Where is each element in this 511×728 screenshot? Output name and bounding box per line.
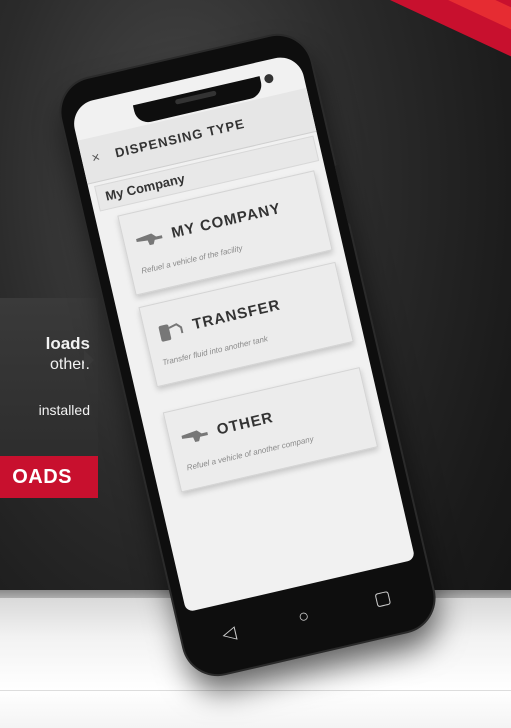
laptop-bottom-line: [0, 690, 511, 691]
promo-cta-button[interactable]: OADS: [0, 456, 98, 498]
phone: × DISPENSING TYPE My Company MY COMPANY …: [54, 29, 441, 681]
promo-line-3: installed: [38, 402, 90, 418]
page-title: DISPENSING TYPE: [113, 115, 247, 161]
option-label: OTHER: [215, 409, 276, 439]
promo-arrow: [84, 350, 94, 370]
option-card-other[interactable]: OTHER Refuel a vehicle of another compan…: [162, 367, 379, 493]
camera: [263, 73, 275, 85]
fuel-nozzle-icon: [181, 430, 208, 442]
option-label: TRANSFER: [190, 296, 283, 334]
fuel-pump-icon: [158, 323, 184, 342]
recent-apps-icon[interactable]: ▢: [372, 586, 393, 610]
home-icon[interactable]: ○: [296, 605, 311, 628]
back-icon[interactable]: ◁: [220, 622, 238, 646]
fuel-nozzle-icon: [136, 233, 163, 246]
close-icon[interactable]: ×: [90, 148, 102, 165]
option-label: MY COMPANY: [169, 199, 283, 242]
phone-side-button: [334, 164, 353, 225]
phone-screen: × DISPENSING TYPE My Company MY COMPANY …: [69, 52, 416, 613]
